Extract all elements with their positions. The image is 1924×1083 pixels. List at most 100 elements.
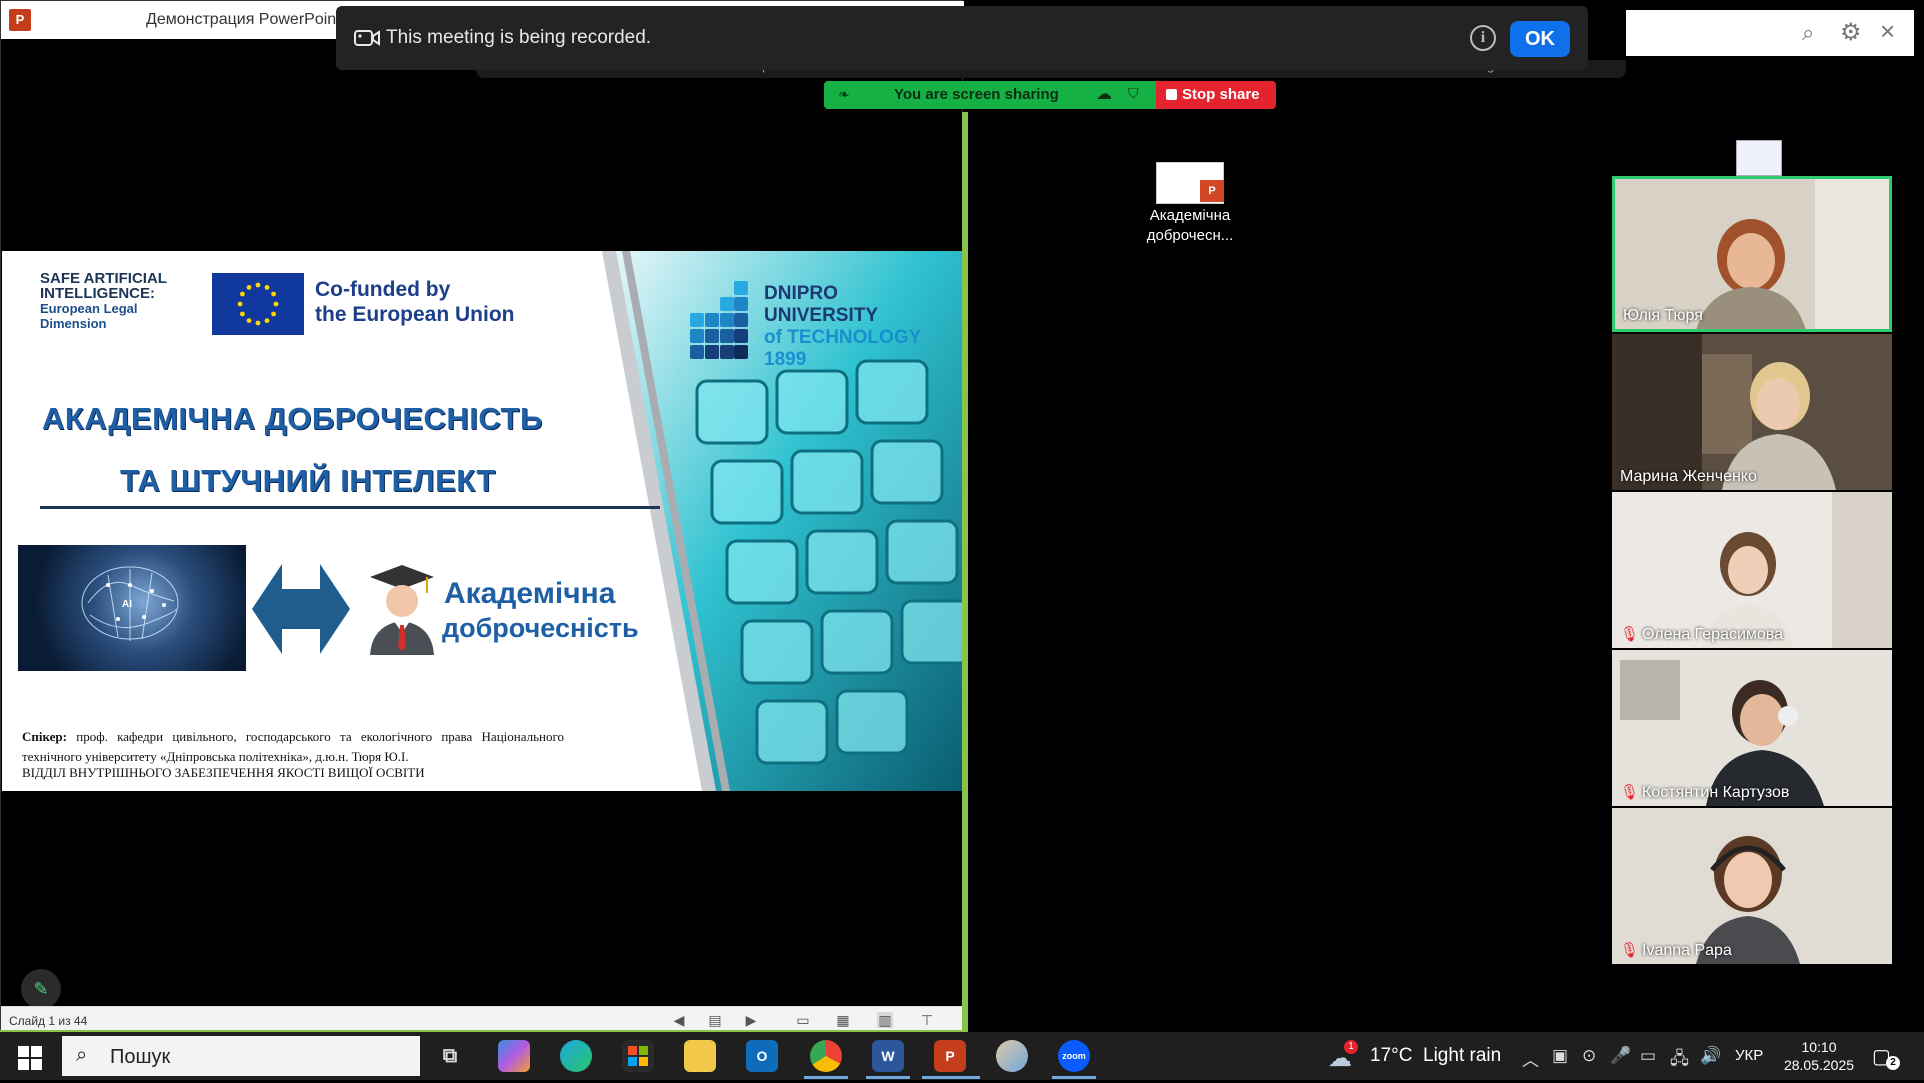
powerpoint-file-icon: P [1200, 180, 1224, 202]
battery-icon[interactable]: ▭ [1640, 1046, 1656, 1066]
shield-icon[interactable]: ⛉ [1128, 85, 1139, 102]
desktop-file-label-line1: Академічна [1149, 207, 1231, 224]
edge-browser-icon[interactable] [560, 1040, 592, 1072]
university-line3: of TECHNOLOGY [764, 327, 922, 348]
info-icon[interactable]: i [1470, 25, 1496, 51]
search-placeholder: Пошук [110, 1046, 171, 1068]
university-line4: 1899 [764, 349, 807, 370]
network-icon[interactable]: 🖧 [1670, 1046, 1689, 1075]
desktop-file-label-line2: доброчесн... [1146, 227, 1234, 244]
normal-view-icon[interactable]: ▭ [795, 1012, 811, 1028]
muted-microphone-icon: 🎙 [1620, 942, 1640, 959]
recording-camera-icon [354, 28, 380, 48]
slide-menu-icon[interactable]: ▤ [707, 1012, 723, 1028]
slide-counter: Слайд 1 из 44 [9, 1014, 88, 1028]
windows-taskbar: ⌕ Пошук ⧉ O W P zoom ☁ 1 17°C Light rain… [0, 1032, 1924, 1080]
chrome-browser-icon[interactable] [810, 1040, 842, 1072]
participant-name: Костянтин Картузов [1642, 784, 1790, 801]
dnipro-university-logo-icon [690, 281, 750, 371]
camera-icon[interactable]: ⊙ [1582, 1046, 1596, 1066]
academic-integrity-label2: доброчесність [442, 613, 639, 643]
windows-start-icon[interactable] [18, 1046, 42, 1070]
department-name: ВІДДІЛ ВНУТРІШНЬОГО ЗАБЕЗПЕЧЕННЯ ЯКОСТІ … [22, 765, 425, 780]
university-name: DNIPRO UNIVERSITY of TECHNOLOGY 1899 [764, 283, 921, 371]
weather-widget[interactable]: 17°C Light rain [1370, 1045, 1501, 1067]
cloud-icon[interactable]: ☁ [1096, 84, 1112, 104]
slide-sorter-view-icon[interactable]: ▦ [835, 1012, 851, 1028]
recording-notification-banner: This meeting is being recorded. i OK [336, 6, 1588, 70]
speaker-info: Спікер: проф. кафедри цивільного, господ… [22, 727, 564, 767]
close-icon[interactable]: × [1880, 16, 1895, 47]
system-clock[interactable]: 10:10 28.05.2025 [1780, 1038, 1858, 1074]
safe-ai-line3: European Legal [40, 301, 138, 316]
powerpoint-taskbar-icon[interactable]: P [934, 1040, 966, 1072]
participant-video-tile[interactable]: 🎙 Олена Герасимова [1612, 492, 1892, 648]
search-icon[interactable]: ⌕ [1802, 20, 1814, 46]
clock-date: 28.05.2025 [1783, 1057, 1855, 1073]
presentation-slide: SAFE ARTIFICIAL INTELLIGENCE: European L… [2, 251, 962, 791]
previous-slide-icon[interactable]: ◀ [671, 1012, 687, 1028]
graduate-icon [364, 563, 440, 655]
clock-time: 10:10 [1801, 1039, 1837, 1055]
stop-icon [1166, 89, 1177, 100]
chrome-active-indicator [804, 1076, 848, 1079]
pen-tool-button[interactable]: ✎ [21, 969, 61, 1009]
stop-share-label: Stop share [1182, 86, 1260, 103]
speaker-label: Спікер: [22, 729, 67, 744]
speaker-text: проф. кафедри цивільного, господарського… [22, 729, 564, 764]
ok-button[interactable]: OK [1510, 21, 1570, 57]
participant-name: Ivanna Papa [1642, 942, 1732, 959]
document-icon[interactable] [1736, 140, 1782, 176]
ai-brain-image: AI [18, 545, 246, 671]
university-line1: DNIPRO [764, 283, 838, 304]
taskbar-search-box[interactable]: ⌕ Пошук [62, 1036, 420, 1076]
safe-ai-line4: Dimension [40, 316, 107, 331]
safe-ai-line1: SAFE ARTIFICIAL [40, 270, 167, 287]
safe-ai-project-logo: SAFE ARTIFICIAL INTELLIGENCE: European L… [40, 271, 190, 331]
participant-video [1612, 808, 1892, 964]
defender-icon[interactable]: ▣ [1552, 1046, 1568, 1066]
powerpoint-active-indicator [922, 1076, 980, 1079]
ai-badge-text: AI [122, 599, 132, 610]
participant-video [1612, 650, 1892, 806]
volume-icon[interactable]: 🔊 [1700, 1046, 1721, 1066]
notification-count-badge: 2 [1886, 1056, 1900, 1070]
slide-title-line2: ТА ШТУЧНИЙ ІНТЕЛЕКТ [120, 463, 496, 498]
word-icon[interactable]: W [872, 1040, 904, 1072]
cofunded-line2: the European Union [315, 303, 515, 326]
copilot-icon[interactable] [498, 1040, 530, 1072]
next-slide-icon[interactable]: ▶ [743, 1012, 759, 1028]
window-title: Демонстрация PowerPoint - [146, 11, 351, 28]
gear-icon[interactable]: ⚙ [1840, 18, 1862, 47]
slideshow-view-icon[interactable]: ⊤ [919, 1012, 935, 1028]
store-icon[interactable] [622, 1040, 654, 1072]
cofunded-line1: Co-funded by [315, 278, 451, 301]
participant-video-tile[interactable]: 🎙 Ivanna Papa [1612, 808, 1892, 964]
desktop-file-label[interactable]: Академічна доброчесн... [1130, 206, 1250, 246]
zoom-panel-header: ⌕ ⚙ × [1626, 10, 1914, 56]
participant-name: Марина Женченко [1620, 468, 1757, 485]
show-hidden-icons-chevron-icon[interactable]: ︿ [1522, 1046, 1539, 1071]
microphone-icon[interactable]: 🎤 [1610, 1046, 1631, 1066]
task-view-icon[interactable]: ⧉ [434, 1040, 466, 1072]
zoom-app-icon[interactable]: zoom [1058, 1040, 1090, 1072]
recording-message: This meeting is being recorded. [386, 27, 652, 48]
participant-video-tile[interactable]: Марина Женченко [1612, 334, 1892, 490]
input-language[interactable]: УКР [1735, 1047, 1763, 1064]
participant-video-tile[interactable]: 🎙 Костянтин Картузов [1612, 650, 1892, 806]
outlook-icon[interactable]: O [746, 1040, 778, 1072]
pen-icon: ✎ [33, 979, 49, 999]
powerpoint-app-icon[interactable]: P [9, 9, 31, 31]
stop-share-button[interactable]: Stop share [1156, 81, 1276, 109]
weather-temperature: 17°C [1370, 1045, 1413, 1066]
reading-view-icon[interactable]: ▥ [877, 1012, 893, 1028]
paint-icon[interactable] [996, 1040, 1028, 1072]
double-arrow-icon [252, 564, 350, 654]
screen-sharing-bar[interactable]: ❧ You are screen sharing ☁ ⛉ [824, 81, 1156, 109]
cofunded-eu-text: Co-funded by the European Union [315, 277, 545, 327]
slide-title-line1: АКАДЕМІЧНА ДОБРОЧЕСНІСТЬ [42, 401, 543, 436]
leaf-icon: ❧ [838, 86, 850, 102]
word-active-indicator [866, 1076, 910, 1079]
file-explorer-icon[interactable] [684, 1040, 716, 1072]
participant-video-tile[interactable]: Юлія Тюря [1612, 176, 1892, 332]
